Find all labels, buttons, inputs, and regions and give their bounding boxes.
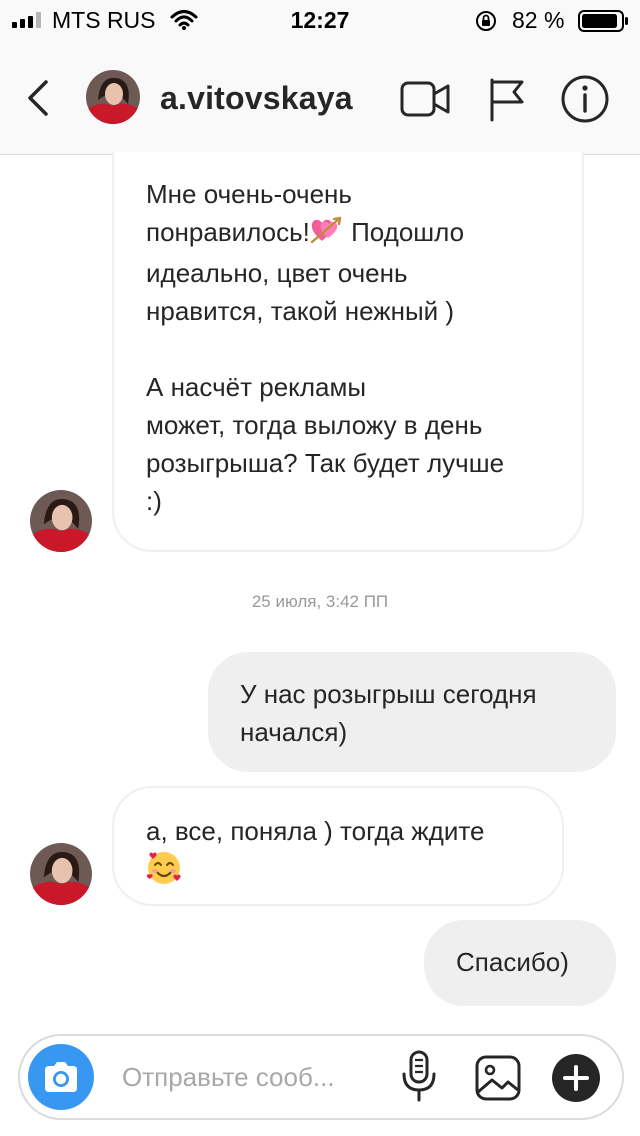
camera-button[interactable] <box>28 1044 94 1110</box>
status-bar: MTS RUS 12:27 82 % <box>0 0 640 40</box>
battery-percent: 82 % <box>512 7 565 33</box>
orientation-lock-icon <box>476 11 496 31</box>
message-input[interactable]: Отправьте сооб... <box>122 1062 335 1093</box>
video-call-icon[interactable] <box>400 80 452 118</box>
message-timestamp: 25 июля, 3:42 ПП <box>251 592 389 611</box>
flag-icon[interactable] <box>488 76 528 122</box>
plus-icon[interactable] <box>552 1054 600 1102</box>
chat-header: a.vitovskaya <box>0 40 640 155</box>
microphone-icon[interactable] <box>400 1050 438 1104</box>
battery-icon <box>578 10 628 32</box>
camera-icon <box>45 1062 77 1092</box>
message-bubble-incoming[interactable]: а, все, поняла ) тогда ждите <box>112 786 564 906</box>
message-text: а, все, поняла ) тогда ждите <box>146 816 485 846</box>
message-text: У нас розыгрыш сегодня начался) <box>240 679 537 747</box>
message-bubble-outgoing[interactable]: У нас розыгрыш сегодня начался) <box>208 652 616 772</box>
smiling-face-with-hearts-emoji-icon <box>146 850 182 896</box>
info-icon[interactable] <box>560 74 610 124</box>
message-composer: Отправьте сооб... <box>18 1034 624 1120</box>
back-chevron-icon[interactable] <box>20 78 56 118</box>
message-bubble-incoming[interactable]: Мне очень-очень понравилось! Подошло иде… <box>112 152 584 552</box>
chat-username[interactable]: a.vitovskaya <box>160 80 353 117</box>
avatar[interactable] <box>86 70 140 124</box>
message-bubble-outgoing[interactable]: Спасибо) <box>424 920 616 1006</box>
sender-avatar[interactable] <box>30 490 92 552</box>
gallery-icon[interactable] <box>474 1054 522 1102</box>
message-text: Спасибо) <box>456 947 569 977</box>
sender-avatar[interactable] <box>30 843 92 905</box>
heart-with-arrow-emoji-icon <box>310 214 344 254</box>
message-text: Подошло идеально, цвет очень нравится, т… <box>146 217 505 517</box>
